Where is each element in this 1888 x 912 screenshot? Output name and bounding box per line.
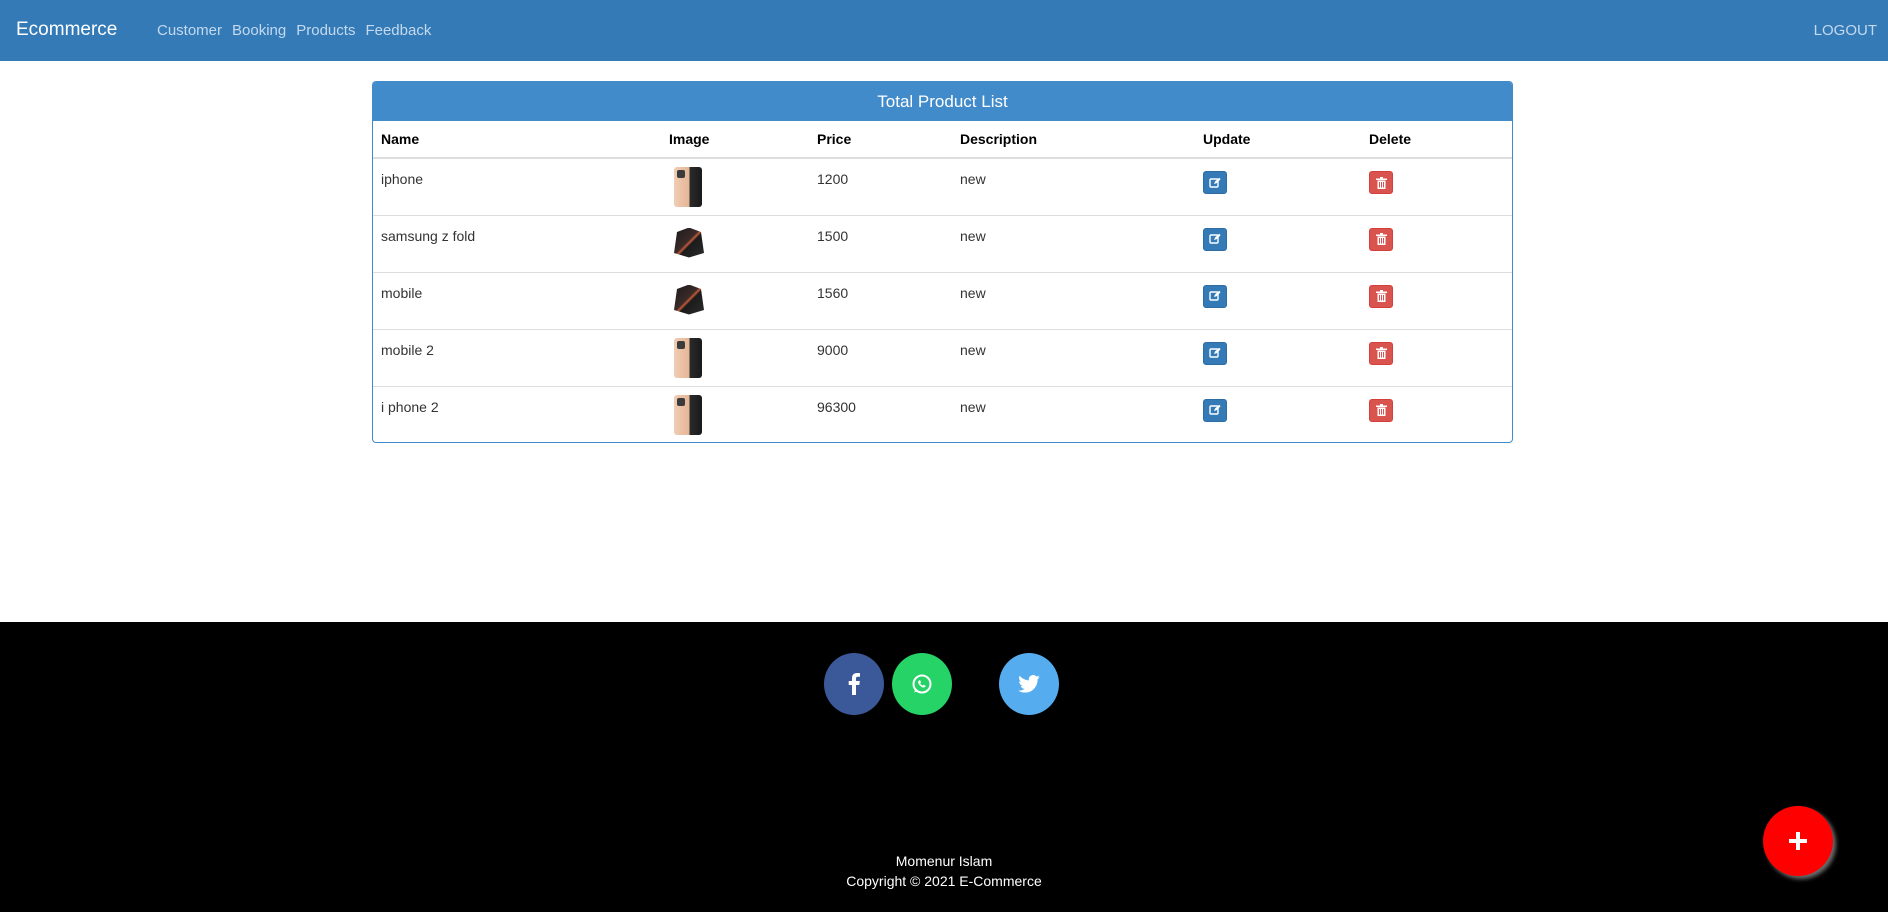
plus-icon [1789, 832, 1807, 850]
table-header-row: Name Image Price Description Update Dele… [373, 121, 1512, 159]
edit-icon [1209, 347, 1221, 358]
update-cell [1195, 385, 1361, 442]
delete-cell [1361, 385, 1512, 442]
product-list-panel: Total Product List Name Image Price Desc… [372, 81, 1513, 443]
panel-title: Total Product List [373, 82, 1512, 121]
update-button[interactable] [1203, 284, 1227, 308]
product-price: 1200 [817, 171, 849, 187]
twitter-icon [1018, 675, 1040, 693]
trash-icon [1375, 404, 1387, 416]
product-name: i phone 2 [373, 385, 661, 442]
product-price: 9000 [809, 328, 952, 386]
product-table: Name Image Price Description Update Dele… [373, 121, 1512, 442]
footer-copyright: Copyright © 2021 E-Commerce [846, 873, 1042, 889]
product-description: new [952, 328, 1195, 386]
product-price: 96300 [809, 385, 952, 442]
product-name: mobile 2 [373, 328, 661, 386]
edit-icon [1209, 233, 1221, 244]
add-product-fab[interactable] [1763, 806, 1833, 876]
update-cell [1195, 214, 1361, 272]
nav-links: Customer Booking Products Feedback [157, 22, 431, 39]
update-button[interactable] [1203, 341, 1227, 365]
update-cell [1195, 328, 1361, 386]
nav-link-booking[interactable]: Booking [232, 22, 286, 39]
delete-cell [1361, 328, 1512, 386]
product-thumbnail [674, 284, 704, 315]
delete-button[interactable] [1369, 227, 1393, 251]
whatsapp-icon [912, 674, 932, 694]
product-rows: iphone 1200 new samsung z fold 1500 new mobile… [373, 158, 1512, 442]
delete-cell [1361, 214, 1512, 272]
footer-author: Momenur Islam [895, 853, 993, 869]
product-description: new [952, 214, 1195, 272]
brand-link[interactable]: Ecommerce [16, 19, 117, 41]
product-description: new [960, 171, 986, 187]
trash-icon [1375, 347, 1387, 359]
header-update: Update [1195, 121, 1361, 159]
table-row: i phone 2 96300 new [373, 385, 1512, 442]
whatsapp-button[interactable] [892, 653, 952, 715]
update-cell [1195, 158, 1361, 215]
trash-icon [1375, 290, 1387, 302]
delete-button[interactable] [1369, 284, 1393, 308]
trash-icon [1375, 176, 1387, 189]
product-thumbnail [674, 394, 702, 435]
top-navbar: Ecommerce Customer Booking Products Feed… [0, 0, 1888, 61]
product-price: 1560 [809, 271, 952, 329]
delete-cell [1361, 158, 1512, 215]
product-description: new [952, 385, 1195, 442]
update-button[interactable] [1203, 398, 1227, 422]
facebook-icon [848, 673, 860, 695]
product-image-cell [661, 214, 809, 272]
footer: Momenur Islam Copyright © 2021 E-Commerc… [0, 622, 1888, 912]
header-description: Description [952, 121, 1195, 159]
product-thumbnail [674, 337, 702, 378]
product-thumbnail [674, 227, 704, 258]
update-button[interactable] [1203, 171, 1227, 194]
product-image-cell [661, 271, 809, 329]
nav-link-customer[interactable]: Customer [157, 22, 222, 39]
edit-icon [1209, 177, 1221, 188]
header-delete: Delete [1361, 121, 1512, 159]
twitter-button[interactable] [999, 653, 1059, 715]
product-image-cell [661, 158, 809, 215]
product-name: samsung z fold [373, 214, 661, 272]
product-name: mobile [373, 271, 661, 329]
product-name: iphone [381, 171, 424, 187]
delete-cell [1361, 271, 1512, 329]
product-description: new [952, 271, 1195, 329]
header-name: Name [373, 121, 661, 159]
nav-link-products[interactable]: Products [296, 22, 355, 39]
product-price: 1500 [809, 214, 952, 272]
logout-link[interactable]: LOGOUT [1814, 22, 1877, 39]
trash-icon [1375, 233, 1387, 245]
table-row: mobile 1560 new [373, 271, 1512, 329]
update-cell [1195, 271, 1361, 329]
delete-button[interactable] [1369, 171, 1393, 194]
product-thumbnail [674, 167, 702, 207]
product-image-cell [661, 328, 809, 386]
product-image-cell [661, 385, 809, 442]
edit-icon [1209, 290, 1221, 301]
header-price: Price [809, 121, 952, 159]
update-button[interactable] [1203, 227, 1227, 251]
delete-button[interactable] [1369, 341, 1393, 365]
table-row: mobile 2 9000 new [373, 328, 1512, 386]
edit-icon [1209, 404, 1221, 415]
table-row: iphone 1200 new [373, 158, 1512, 215]
facebook-button[interactable] [824, 653, 884, 715]
nav-link-feedback[interactable]: Feedback [365, 22, 431, 39]
header-image: Image [661, 121, 809, 159]
table-row: samsung z fold 1500 new [373, 214, 1512, 272]
delete-button[interactable] [1369, 398, 1393, 422]
